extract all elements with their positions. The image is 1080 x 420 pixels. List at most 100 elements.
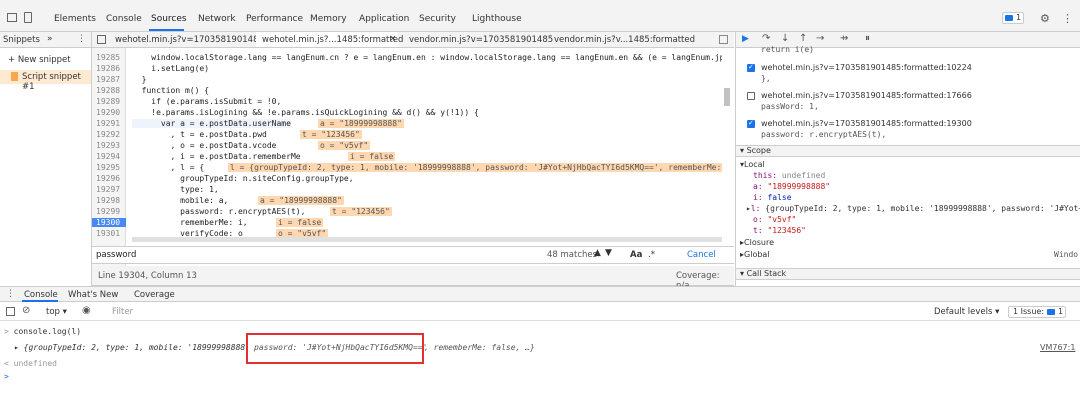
file-tab[interactable]: vendor.min.js?v...1485:formatted [554,35,695,45]
horizontal-scrollbar[interactable] [132,237,722,242]
close-icon[interactable]: × [389,34,397,44]
line-number[interactable]: 19291 [96,119,120,128]
line-number[interactable]: 19285 [96,53,120,62]
tab-security[interactable]: Security [419,14,456,24]
code-line: mobile: a, [132,196,229,205]
kebab-menu-icon[interactable]: ⋮ [1062,12,1073,25]
chevron-down-icon: ▾ [995,307,1000,317]
previous-match-icon[interactable]: ▲ [594,248,601,258]
section-title: Scope [746,146,771,155]
line-number[interactable]: 19295 [96,163,120,172]
match-case-button[interactable]: Aa [630,250,642,260]
breakpoint-checkbox[interactable] [747,119,755,128]
drawer-tab-console[interactable]: Console [24,290,58,300]
file-tab[interactable]: wehotel.min.js?v=1703581901485 [115,35,264,45]
kebab-menu-icon[interactable]: ⋮ [77,34,86,44]
tab-memory[interactable]: Memory [310,14,347,24]
device-toolbar-icon[interactable] [24,12,32,23]
line-number[interactable]: 19297 [96,185,120,194]
deactivate-breakpoints-icon[interactable]: ⇸ [840,33,848,44]
step-over-icon[interactable]: ↷ [762,33,770,44]
code-line: groupTypeId: n.siteConfig.groupType, [132,174,354,183]
issues-badge[interactable]: 1 [1002,12,1024,24]
more-tabs-icon[interactable]: » [47,34,53,44]
inline-value: i = false [276,218,324,227]
breakpoint-location[interactable]: wehotel.min.js?v=1703581901485:formatted… [761,91,972,100]
scope-var: o: "v5vf" [753,215,796,224]
gear-icon[interactable]: ⚙ [1040,12,1050,25]
issues-button[interactable]: 1 Issue: 1 [1008,306,1066,318]
console-prompt[interactable]: > [4,372,9,381]
call-stack-section-header[interactable]: ▾ Call Stack [736,268,1080,280]
tab-elements[interactable]: Elements [54,14,96,24]
vertical-scrollbar[interactable] [724,88,730,106]
breakpoint-code: passWord: 1, [761,102,819,111]
scope-section-header[interactable]: ▾ Scope [736,145,1080,157]
tab-snippets[interactable]: Snippets [3,35,40,45]
regex-button[interactable]: .* [648,250,655,260]
new-snippet-button[interactable]: + New snippet [8,55,71,65]
line-number[interactable]: 19290 [96,108,120,117]
next-match-icon[interactable]: ▼ [605,248,612,258]
sidebar-toggle-icon[interactable] [97,35,106,44]
scope-var: i: false [753,193,792,202]
tab-sources[interactable]: Sources [151,14,187,24]
snippet-item[interactable]: Script snippet #1 [0,70,91,92]
drawer-tab-whats-new[interactable]: What's New [68,290,118,300]
debugger-sidebar: ▶ ↷ ↓ ↑ → ⇸ ⏸ return i(e) wehotel.min.js… [735,32,1080,286]
breakpoint-checkbox[interactable] [747,63,755,72]
line-number[interactable]: 19292 [96,130,120,139]
clear-console-icon[interactable]: ⊘ [22,305,30,316]
debugger-toggle-icon[interactable] [719,35,728,44]
file-tab-active[interactable]: wehotel.min.js?...1485:formatted × [256,32,403,47]
tab-console[interactable]: Console [106,14,142,24]
context-selector[interactable]: top ▾ [46,307,67,317]
breakpoint-checkbox[interactable] [747,92,755,100]
line-number[interactable]: 19287 [96,75,120,84]
code-line: } [132,75,147,84]
search-input[interactable]: password [96,250,136,260]
inspect-element-icon[interactable] [7,13,17,22]
step-into-icon[interactable]: ↓ [781,33,789,44]
drawer-tab-coverage[interactable]: Coverage [134,290,175,300]
local-scope-header[interactable]: ▾Local [740,160,765,169]
file-tab[interactable]: vendor.min.js?v=1703581901485 [409,35,553,45]
tab-network[interactable]: Network [198,14,236,24]
scope-var[interactable]: ▸l: {groupTypeId: 2, type: 1, mobile: '1… [746,204,1080,213]
line-number[interactable]: 19286 [96,64,120,73]
cancel-button[interactable]: Cancel [687,250,716,260]
line-number[interactable]: 19293 [96,141,120,150]
step-icon[interactable]: → [816,33,824,44]
inline-value: o = "v5vf" [318,141,371,150]
resume-icon[interactable]: ▶ [742,34,749,44]
inline-value: l = {groupTypeId: 2, type: 1, mobile: '1… [228,163,722,172]
line-number[interactable]: 19301 [96,229,120,238]
line-number[interactable]: 19288 [96,86,120,95]
breakpoint-location[interactable]: wehotel.min.js?v=1703581901485:formatted… [761,119,972,128]
step-out-icon[interactable]: ↑ [799,33,807,44]
line-number[interactable]: 19289 [96,97,120,106]
line-number[interactable]: 19299 [96,207,120,216]
pause-on-exceptions-icon[interactable]: ⏸ [865,33,870,44]
line-number[interactable]: 19298 [96,196,120,205]
tab-lighthouse[interactable]: Lighthouse [472,14,522,24]
tab-application[interactable]: Application [359,14,409,24]
tab-performance[interactable]: Performance [246,14,303,24]
code-line: , t = e.postData.pwd [132,130,267,139]
kebab-menu-icon[interactable]: ⋮ [6,289,15,299]
current-line-breakpoint[interactable]: 19300 [92,218,126,227]
closure-scope[interactable]: ▸Closure [740,238,774,247]
filter-input[interactable]: Filter [112,307,133,317]
var-name: a: [753,182,763,191]
prompt-icon: > [4,327,14,336]
global-scope[interactable]: ▸Global [740,250,770,259]
breakpoint-location[interactable]: wehotel.min.js?v=1703581901485:formatted… [761,63,972,72]
log-levels-dropdown[interactable]: Default levels ▾ [934,307,999,317]
sidebar-toggle-icon[interactable] [6,307,15,316]
log-source-link[interactable]: VM767:1 [1040,343,1075,352]
line-number[interactable]: 19294 [96,152,120,161]
eye-icon[interactable]: ◉ [82,305,91,316]
console-log-entry[interactable]: ▸ {groupTypeId: 2, type: 1, mobile: '189… [14,343,250,352]
code-line: window.localStorage.lang == langEnum.cn … [132,53,722,62]
line-number[interactable]: 19296 [96,174,120,183]
